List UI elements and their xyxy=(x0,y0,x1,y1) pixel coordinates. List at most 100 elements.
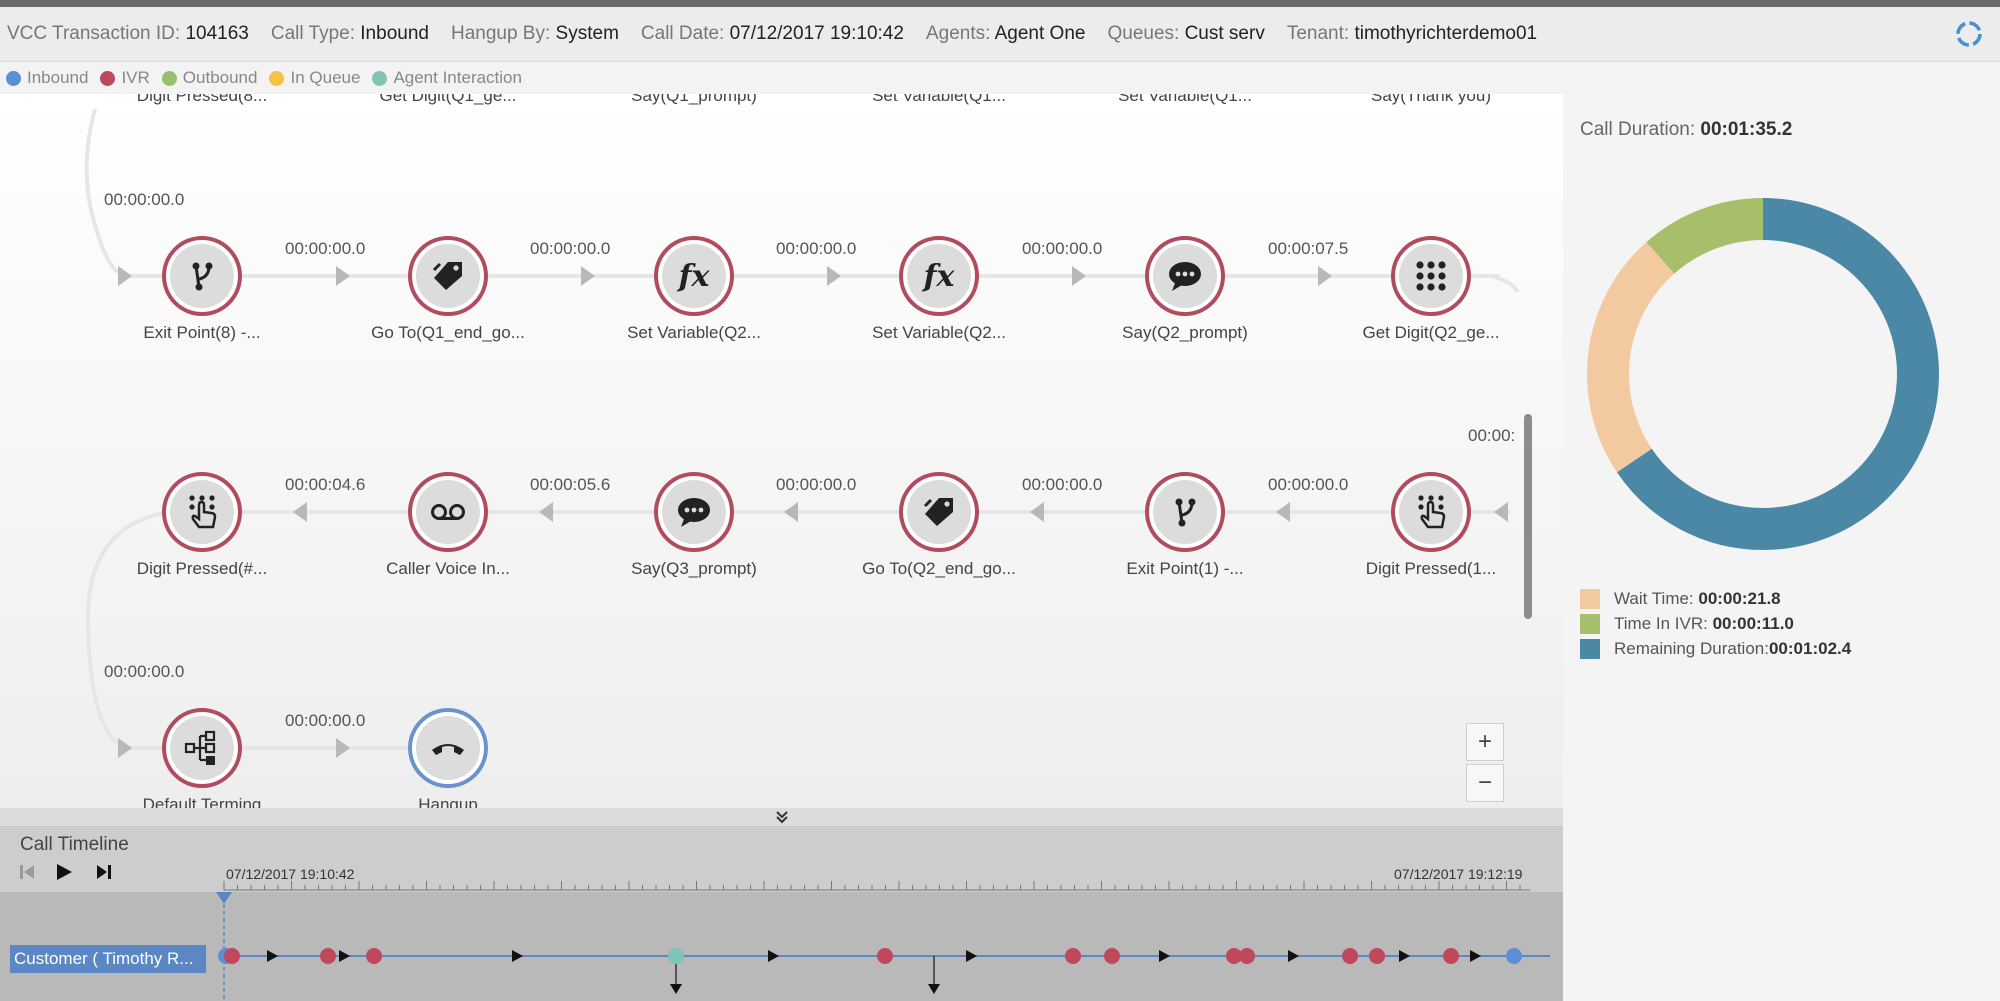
call-duration-label: Call Duration: xyxy=(1580,119,1696,140)
queues-value: Cust serv xyxy=(1184,23,1265,44)
duration-label: 00:00:00.0 xyxy=(285,239,366,258)
duration-legend-ivr: Time In IVR: 00:00:11.0 xyxy=(1580,614,1794,634)
flow-node-say-q2-prompt[interactable] xyxy=(1145,236,1225,316)
timeline-event[interactable] xyxy=(320,948,336,964)
timeline-arrow xyxy=(768,950,779,962)
call-date-label: Call Date: xyxy=(640,23,725,44)
duration-label: 00:00: xyxy=(1468,426,1516,445)
flow-node-exit-point-1[interactable] xyxy=(1145,472,1225,552)
legend-label: IVR xyxy=(121,68,150,87)
legend-label: In Queue xyxy=(290,68,361,87)
timeline-event[interactable] xyxy=(668,948,684,964)
node-label: Digit Pressed(8... xyxy=(136,94,268,105)
call-type-label: Call Type: xyxy=(270,23,355,44)
duration-legend-remaining: Remaining Duration: 00:01:02.4 xyxy=(1580,639,1851,659)
node-label: Say(Thank you) xyxy=(1371,94,1491,105)
timeline-arrow xyxy=(966,950,977,962)
timeline-arrow xyxy=(1399,950,1410,962)
tenant: Tenant: timothyrichterdemo01 xyxy=(1287,23,1537,45)
zoom-in-button[interactable]: + xyxy=(1466,723,1504,761)
duration-label: 00:00:00.0 xyxy=(776,239,857,258)
legend-dot xyxy=(100,70,116,86)
call-type: Call Type: Inbound xyxy=(271,23,429,45)
legend-swatch xyxy=(1580,589,1600,609)
speech-bubble-icon xyxy=(678,498,710,527)
fx-icon: fx xyxy=(678,258,710,294)
flow-node-get-digit-q2[interactable] xyxy=(1391,236,1471,316)
legend-dot xyxy=(161,70,177,86)
duration-label: 00:00:00.0 xyxy=(1268,475,1349,494)
node-label: Digit Pressed(#... xyxy=(136,559,268,578)
legend-ivr: IVR xyxy=(100,68,150,88)
node-label: Exit Point(1) -... xyxy=(1126,559,1244,578)
legend-outbound: Outbound xyxy=(161,68,257,88)
canvas-vertical-scrollbar[interactable] xyxy=(1524,414,1532,619)
call-timeline-panel: Call Timeline 07/12/2017 19:10:42 07/12/… xyxy=(0,826,1563,1001)
flow-node-goto-q2[interactable] xyxy=(899,472,979,552)
tenant-label: Tenant: xyxy=(1286,23,1350,44)
call-duration-panel: Call Duration: 00:01:35.2 Wait Time: 00:… xyxy=(1563,94,2000,1001)
duration-label: 00:00:04.6 xyxy=(285,475,366,494)
timeline-arrow xyxy=(339,950,350,962)
call-date-value: 07/12/2017 19:10:42 xyxy=(729,23,904,44)
legend-dot xyxy=(372,70,388,86)
window-top-border xyxy=(0,0,2000,7)
legend-swatch xyxy=(1580,639,1600,659)
legend-label: Agent Interaction xyxy=(393,68,522,87)
hand-press-icon xyxy=(189,495,217,529)
flow-node-set-variable-q2-b[interactable]: fx xyxy=(899,236,979,316)
timeline-track[interactable] xyxy=(0,826,1563,1001)
flow-node-goto-q1[interactable] xyxy=(408,236,488,316)
legend-label: Remaining Duration: xyxy=(1614,639,1769,658)
timeline-event[interactable] xyxy=(224,948,240,964)
timeline-event[interactable] xyxy=(1369,948,1385,964)
agents: Agents: Agent One xyxy=(926,23,1086,45)
node-label: Exit Point(8) -... xyxy=(143,323,261,342)
legend-label: Inbound xyxy=(27,68,89,87)
duration-label: 00:00:00.0 xyxy=(104,190,185,209)
legend-label: Wait Time: xyxy=(1614,589,1694,608)
timeline-event[interactable] xyxy=(1065,948,1081,964)
timeline-event[interactable] xyxy=(1506,948,1522,964)
timeline-playhead[interactable] xyxy=(216,892,232,904)
hangup-by-label: Hangup By: xyxy=(450,23,551,44)
timeline-arrow xyxy=(267,950,278,962)
speech-bubble-icon xyxy=(1169,262,1201,291)
duration-label: 00:00:00.0 xyxy=(1022,239,1103,258)
double-chevron-down-icon xyxy=(775,811,788,824)
flow-node-default-terminate[interactable] xyxy=(162,708,242,788)
flow-node-set-variable-q2-a[interactable]: fx xyxy=(654,236,734,316)
call-duration-value: 00:01:35.2 xyxy=(1700,119,1793,140)
timeline-ticks xyxy=(223,881,1521,890)
flow-node-say-q3-prompt[interactable] xyxy=(654,472,734,552)
call-info-header: VCC Transaction ID: 104163 Call Type: In… xyxy=(0,7,2000,62)
timeline-customer-label[interactable]: Customer ( Timothy R... xyxy=(10,945,206,973)
duration-label: 00:00:05.6 xyxy=(530,475,611,494)
org-chart-icon xyxy=(184,730,216,765)
duration-donut-chart xyxy=(1587,198,1939,550)
timeline-event[interactable] xyxy=(366,948,382,964)
timeline-event[interactable] xyxy=(1443,948,1459,964)
queues-label: Queues: xyxy=(1107,23,1180,44)
timeline-event[interactable] xyxy=(1104,948,1120,964)
flow-node-hangup[interactable] xyxy=(408,708,488,788)
node-label: Set Variable(Q2... xyxy=(627,323,761,342)
timeline-event[interactable] xyxy=(877,948,893,964)
hangup-by: Hangup By: System xyxy=(451,23,619,45)
zoom-out-button[interactable]: − xyxy=(1466,764,1504,802)
call-flow-canvas[interactable]: Digit Pressed(8... Get Digit(Q1_ge... Sa… xyxy=(0,94,1563,808)
node-label: Hangup xyxy=(418,795,478,808)
flow-node-digit-pressed-1[interactable] xyxy=(1391,472,1471,552)
refresh-icon[interactable] xyxy=(1954,19,1984,49)
flow-node-digit-pressed-hash[interactable] xyxy=(162,472,242,552)
legend-dot xyxy=(269,70,285,86)
phone-hangup-icon xyxy=(432,744,464,755)
flow-node-caller-voice-input[interactable] xyxy=(408,472,488,552)
timeline-event[interactable] xyxy=(1342,948,1358,964)
flow-node-exit-point-8[interactable] xyxy=(162,236,242,316)
node-label: Set Variable(Q2... xyxy=(872,323,1006,342)
hangup-by-value: System xyxy=(555,23,619,44)
agents-label: Agents: xyxy=(925,23,991,44)
timeline-event[interactable] xyxy=(1239,948,1255,964)
collapse-timeline-toggle[interactable] xyxy=(0,808,1563,826)
